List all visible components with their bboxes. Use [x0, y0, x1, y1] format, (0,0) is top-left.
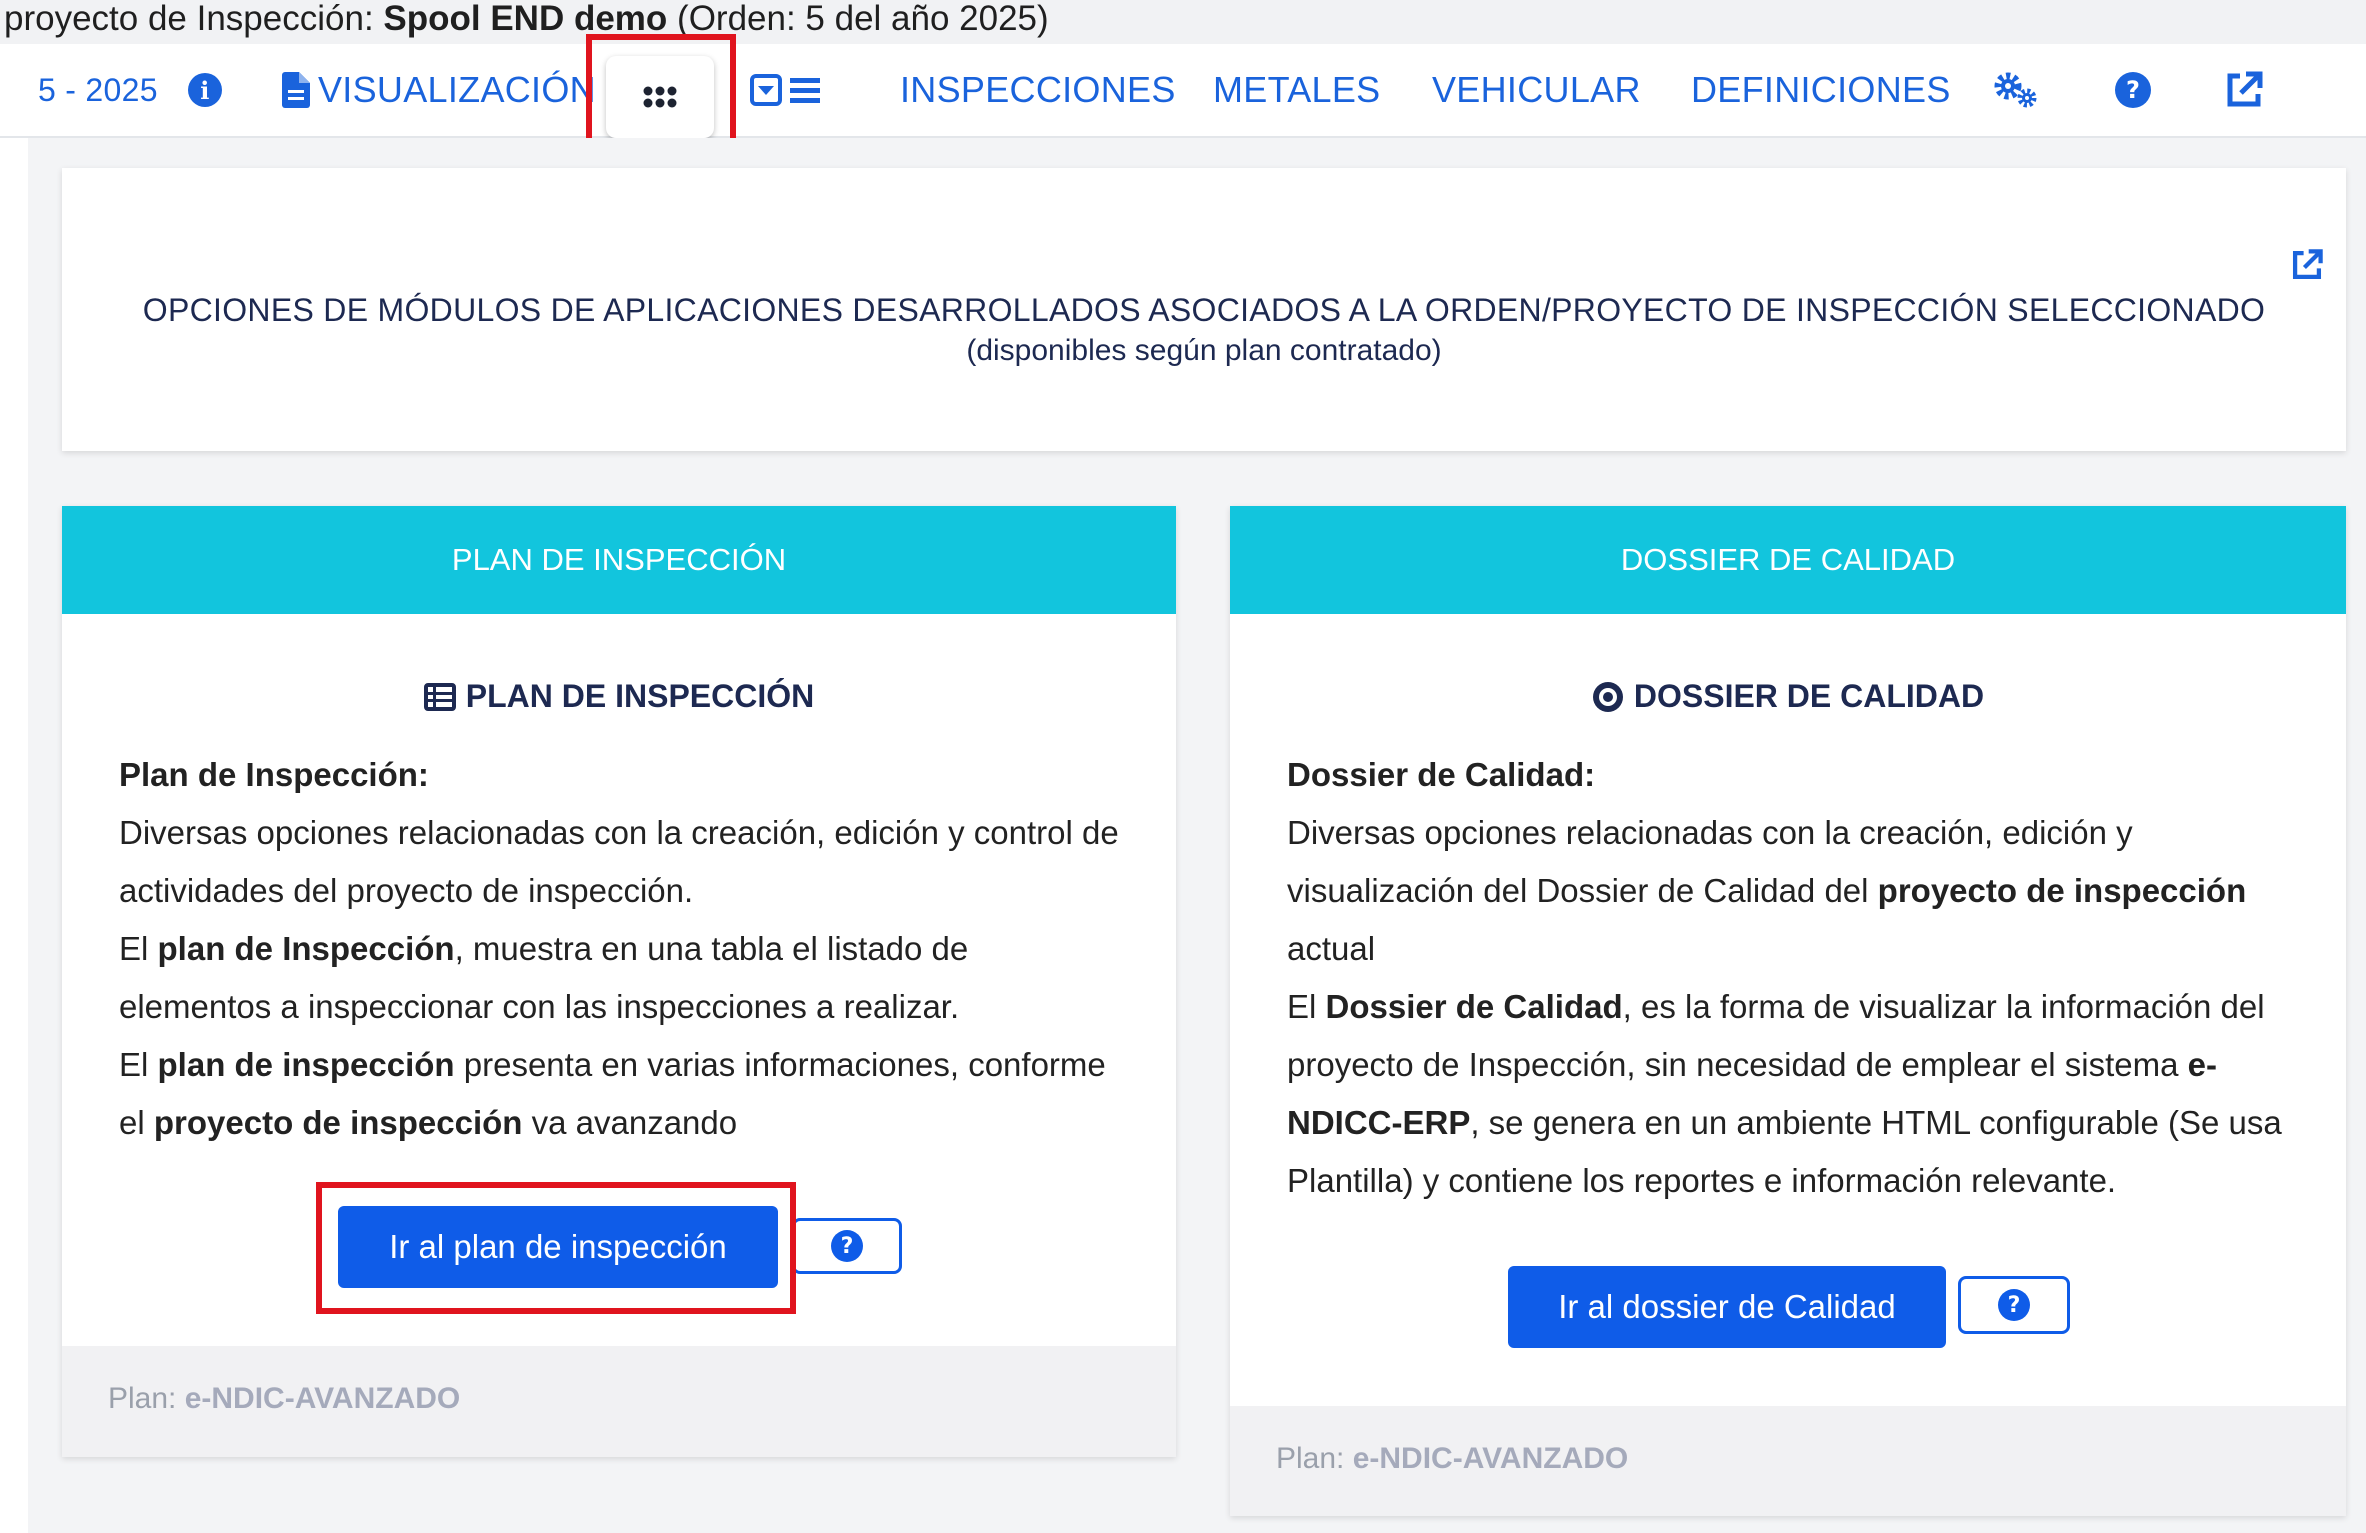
- info-icon[interactable]: i: [187, 73, 222, 107]
- order-info: (Orden: 5 del año 2025): [667, 0, 1049, 38]
- card-title-text: PLAN DE INSPECCIÓN: [465, 678, 815, 714]
- plan-tier: e-NDIC-AVANZADO: [1352, 1442, 1629, 1475]
- card-line: Diversas opciones relacionadas con la cr…: [119, 814, 1119, 909]
- nav-definiciones[interactable]: DEFINICIONES: [1691, 64, 1951, 116]
- order-selector[interactable]: 5 - 2025 i: [38, 64, 222, 116]
- nav-inspecciones-label: INSPECCIONES: [900, 69, 1176, 110]
- external-link-icon[interactable]: [2290, 248, 2324, 282]
- question-circle-icon: ?: [2115, 72, 2151, 108]
- card-line: El Dossier de Calidad, es la forma de vi…: [1287, 988, 2282, 1199]
- nav-visualizacion-label: VISUALIZACIÓN: [318, 69, 596, 110]
- project-title-prefix: proyecto de Inspección:: [4, 0, 384, 38]
- card-footer: Plan: e-NDIC-AVANZADO: [1230, 1406, 2346, 1516]
- open-external-button[interactable]: [2224, 64, 2264, 116]
- plan-inspeccion-card: PLAN DE INSPECCIÓN PLAN DE INSPECCIÓN Pl…: [62, 506, 1176, 1457]
- top-navbar: 5 - 2025 i VISUALIZACIÓN INSPECCIONES ME…: [0, 44, 2366, 138]
- external-link-icon: [2227, 71, 2263, 107]
- grid-icon: [643, 86, 677, 108]
- settings-button[interactable]: [1992, 64, 2040, 116]
- record-circle-icon: [1592, 681, 1623, 712]
- card-header: DOSSIER DE CALIDAD: [1230, 506, 2346, 614]
- project-title: proyecto de Inspección: Spool END demo (…: [0, 0, 2366, 44]
- nav-metales-label: METALES: [1213, 69, 1381, 110]
- card-line: El plan de inspección presenta en varias…: [119, 1046, 1106, 1141]
- card-line: Diversas opciones relacionadas con la cr…: [1287, 814, 2247, 967]
- card-description: Dossier de Calidad: Diversas opciones re…: [1287, 746, 2297, 1210]
- card-line: El plan de Inspección, muestra en una ta…: [119, 930, 969, 1025]
- question-circle-icon: ?: [1998, 1289, 2030, 1321]
- card-title: DOSSIER DE CALIDAD: [1230, 678, 2346, 715]
- go-to-plan-button[interactable]: Ir al plan de inspección: [338, 1206, 778, 1288]
- go-to-dossier-button[interactable]: Ir al dossier de Calidad: [1508, 1266, 1946, 1348]
- card-description: Plan de Inspección: Diversas opciones re…: [119, 746, 1119, 1152]
- nav-menu-dropdown[interactable]: [750, 64, 822, 116]
- card-title: PLAN DE INSPECCIÓN: [62, 678, 1176, 715]
- dossier-help-button[interactable]: ?: [1958, 1276, 2070, 1334]
- project-name: Spool END demo: [383, 0, 668, 38]
- footer-label: Plan:: [108, 1382, 185, 1415]
- file-icon: [282, 72, 310, 108]
- intro-title: OPCIONES DE MÓDULOS DE APLICACIONES DESA…: [142, 292, 2266, 328]
- nav-vehicular-label: VEHICULAR: [1432, 69, 1641, 110]
- apps-grid-button[interactable]: [606, 56, 714, 138]
- dropdown-list-icon: [750, 74, 820, 106]
- card-title-text: DOSSIER DE CALIDAD: [1633, 678, 1985, 714]
- nav-definiciones-label: DEFINICIONES: [1691, 69, 1951, 110]
- nav-visualizacion[interactable]: VISUALIZACIÓN: [282, 64, 596, 116]
- content-area: OPCIONES DE MÓDULOS DE APLICACIONES DESA…: [28, 138, 2366, 1533]
- intro-subtitle: (disponibles según plan contratado): [966, 334, 1442, 367]
- plan-help-button[interactable]: ?: [792, 1218, 902, 1274]
- dossier-calidad-card: DOSSIER DE CALIDAD DOSSIER DE CALIDAD Do…: [1230, 506, 2346, 1516]
- intro-card: OPCIONES DE MÓDULOS DE APLICACIONES DESA…: [62, 168, 2346, 451]
- card-heading: Plan de Inspección:: [119, 756, 429, 793]
- help-button[interactable]: ?: [2115, 64, 2151, 116]
- nav-metales[interactable]: METALES: [1213, 64, 1380, 116]
- gears-icon: [1994, 72, 2037, 108]
- card-footer: Plan: e-NDIC-AVANZADO: [62, 1346, 1176, 1457]
- nav-inspecciones[interactable]: INSPECCIONES: [900, 64, 1176, 116]
- question-circle-icon: ?: [831, 1230, 863, 1262]
- card-header: PLAN DE INSPECCIÓN: [62, 506, 1176, 614]
- order-label: 5 - 2025: [38, 71, 158, 108]
- card-heading: Dossier de Calidad:: [1287, 756, 1596, 793]
- table-list-icon: [423, 682, 456, 711]
- plan-tier: e-NDIC-AVANZADO: [184, 1382, 461, 1415]
- nav-vehicular[interactable]: VEHICULAR: [1432, 64, 1641, 116]
- footer-label: Plan:: [1276, 1442, 1353, 1475]
